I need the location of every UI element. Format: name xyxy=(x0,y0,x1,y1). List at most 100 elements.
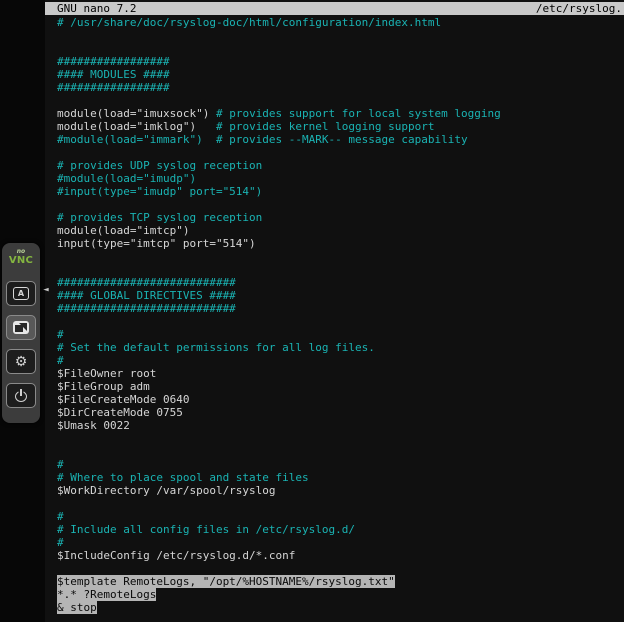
power-icon xyxy=(15,389,28,403)
comment-text: # xyxy=(57,510,64,523)
config-text: $WorkDirectory /var/spool/rsyslog xyxy=(57,484,276,497)
editor-line[interactable]: #### MODULES #### xyxy=(57,68,624,81)
comment-text: # provides TCP syslog reception xyxy=(57,211,262,224)
editor-line[interactable] xyxy=(57,198,624,211)
editor-line[interactable] xyxy=(57,263,624,276)
settings-button[interactable]: ⚙ xyxy=(6,349,36,374)
keyboard-a-icon: A xyxy=(13,287,29,300)
comment-text: # xyxy=(57,328,64,341)
comment-text: # xyxy=(57,354,64,367)
editor-line[interactable]: # xyxy=(57,510,624,523)
editor-line[interactable] xyxy=(57,250,624,263)
novnc-button-group: A ⚙ xyxy=(6,281,36,408)
panel-collapse-handle[interactable]: ◄ xyxy=(40,280,52,300)
editor-line[interactable]: #module(load="immark") # provides --MARK… xyxy=(57,133,624,146)
config-text: & stop xyxy=(57,601,97,614)
editor-line[interactable]: $IncludeConfig /etc/rsyslog.d/*.conf xyxy=(57,549,624,562)
comment-text: # provides support for local system logg… xyxy=(216,107,501,120)
editor-line[interactable] xyxy=(57,146,624,159)
config-text: $FileOwner root xyxy=(57,367,156,380)
config-text: $FileGroup adm xyxy=(57,380,150,393)
novnc-control-bar: no VNC A ⚙ xyxy=(2,243,40,423)
editor-line[interactable]: $template RemoteLogs, "/opt/%HOSTNAME%/r… xyxy=(57,575,624,588)
editor-line[interactable]: $FileCreateMode 0640 xyxy=(57,393,624,406)
comment-text: # provides kernel logging support xyxy=(216,120,435,133)
editor-line[interactable]: #module(load="imudp") xyxy=(57,172,624,185)
extra-keys-button[interactable]: A xyxy=(6,281,36,306)
gear-icon: ⚙ xyxy=(15,355,28,369)
terminal-window[interactable]: GNU nano 7.2 /etc/rsyslog. # /usr/share/… xyxy=(45,0,624,622)
editor-line[interactable] xyxy=(57,497,624,510)
config-text: $DirCreateMode 0755 xyxy=(57,406,183,419)
editor-line[interactable] xyxy=(57,562,624,575)
config-text: $FileCreateMode 0640 xyxy=(57,393,189,406)
editor-line[interactable]: $DirCreateMode 0755 xyxy=(57,406,624,419)
editor-line[interactable]: module(load="imtcp") xyxy=(57,224,624,237)
editor-line[interactable]: input(type="imtcp" port="514") xyxy=(57,237,624,250)
novnc-logo-no: no xyxy=(9,248,33,255)
editor-line[interactable]: # xyxy=(57,458,624,471)
comment-text: # Set the default permissions for all lo… xyxy=(57,341,375,354)
comment-text: ########################### xyxy=(57,302,236,315)
editor-line[interactable]: ########################### xyxy=(57,302,624,315)
comment-text: # provides UDP syslog reception xyxy=(57,159,262,172)
fullscreen-button[interactable] xyxy=(6,315,36,340)
editor-line[interactable]: $FileGroup adm xyxy=(57,380,624,393)
editor-line[interactable]: # Where to place spool and state files xyxy=(57,471,624,484)
nano-filename-label: /etc/rsyslog. xyxy=(536,2,622,15)
editor-line[interactable]: #input(type="imudp" port="514") xyxy=(57,185,624,198)
comment-text: # xyxy=(57,458,64,471)
config-text: $template RemoteLogs, "/opt/%HOSTNAME%/r… xyxy=(57,575,395,588)
config-text: module(load="imklog") xyxy=(57,120,216,133)
config-text: input(type="imtcp" port="514") xyxy=(57,237,256,250)
config-text: module(load="imuxsock") xyxy=(57,107,216,120)
editor-line[interactable]: module(load="imuxsock") # provides suppo… xyxy=(57,107,624,120)
editor-line[interactable]: # xyxy=(57,536,624,549)
editor-line[interactable] xyxy=(57,315,624,328)
comment-text: # Where to place spool and state files xyxy=(57,471,309,484)
novnc-logo: no VNC xyxy=(9,248,33,266)
editor-line[interactable]: $FileOwner root xyxy=(57,367,624,380)
editor-line[interactable]: # provides TCP syslog reception xyxy=(57,211,624,224)
editor-line[interactable]: # /usr/share/doc/rsyslog-doc/html/config… xyxy=(57,16,624,29)
comment-text: #module(load="immark") # provides --MARK… xyxy=(57,133,468,146)
config-text: module(load="imtcp") xyxy=(57,224,189,237)
comment-text: ################# xyxy=(57,81,170,94)
editor-line[interactable] xyxy=(57,445,624,458)
editor-body[interactable]: # /usr/share/doc/rsyslog-doc/html/config… xyxy=(57,16,624,622)
editor-line[interactable]: # Include all config files in /etc/rsysl… xyxy=(57,523,624,536)
editor-line[interactable]: ################# xyxy=(57,55,624,68)
editor-line[interactable]: *.* ?RemoteLogs xyxy=(57,588,624,601)
disconnect-button[interactable] xyxy=(6,383,36,408)
editor-line[interactable]: # Set the default permissions for all lo… xyxy=(57,341,624,354)
editor-line[interactable]: $Umask 0022 xyxy=(57,419,624,432)
comment-text: ########################### xyxy=(57,276,236,289)
editor-line[interactable] xyxy=(57,42,624,55)
fullscreen-icon xyxy=(13,321,29,334)
config-text: $IncludeConfig /etc/rsyslog.d/*.conf xyxy=(57,549,295,562)
editor-line[interactable] xyxy=(57,432,624,445)
nano-titlebar: GNU nano 7.2 /etc/rsyslog. xyxy=(45,2,624,15)
comment-text: ################# xyxy=(57,55,170,68)
comment-text: # xyxy=(57,536,64,549)
comment-text: # Include all config files in /etc/rsysl… xyxy=(57,523,355,536)
config-text: *.* ?RemoteLogs xyxy=(57,588,156,601)
chevron-left-icon: ◄ xyxy=(43,286,48,295)
editor-line[interactable]: $WorkDirectory /var/spool/rsyslog xyxy=(57,484,624,497)
editor-line[interactable]: #### GLOBAL DIRECTIVES #### xyxy=(57,289,624,302)
editor-line[interactable]: # provides UDP syslog reception xyxy=(57,159,624,172)
editor-line[interactable]: & stop xyxy=(57,601,624,614)
comment-text: #### GLOBAL DIRECTIVES #### xyxy=(57,289,236,302)
editor-line[interactable]: module(load="imklog") # provides kernel … xyxy=(57,120,624,133)
editor-line[interactable] xyxy=(57,29,624,42)
comment-text: #### MODULES #### xyxy=(57,68,170,81)
comment-text: # /usr/share/doc/rsyslog-doc/html/config… xyxy=(57,16,441,29)
editor-line[interactable]: # xyxy=(57,354,624,367)
editor-line[interactable]: ########################### xyxy=(57,276,624,289)
editor-line[interactable]: # xyxy=(57,328,624,341)
comment-text: #module(load="imudp") xyxy=(57,172,196,185)
editor-line[interactable]: ################# xyxy=(57,81,624,94)
nano-version-label: GNU nano 7.2 xyxy=(57,2,136,15)
comment-text: #input(type="imudp" port="514") xyxy=(57,185,262,198)
editor-line[interactable] xyxy=(57,94,624,107)
